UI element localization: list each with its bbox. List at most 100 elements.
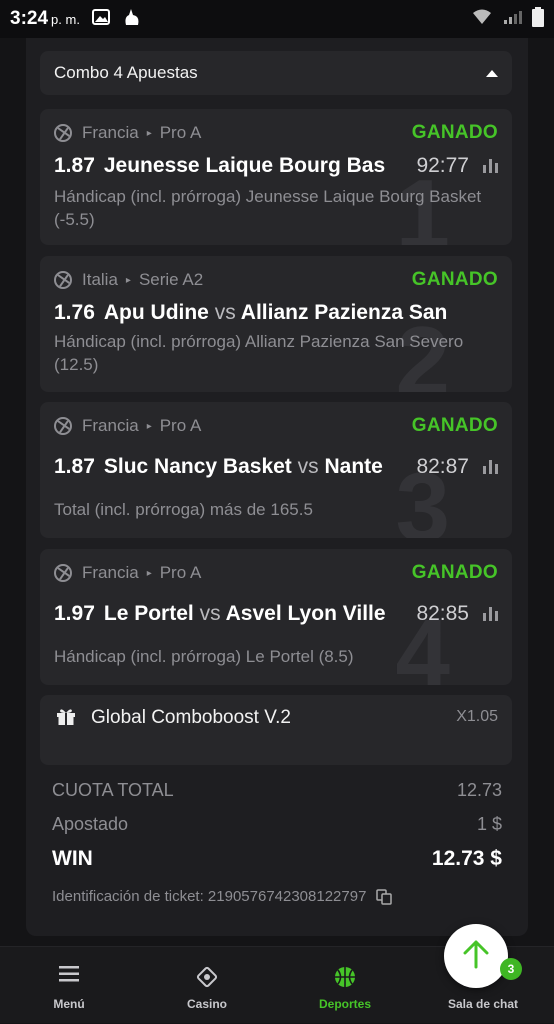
bet-odds: 1.97 — [54, 602, 95, 625]
bet-market: Hándicap (incl. prórroga) Le Portel (8.5… — [54, 647, 354, 666]
bet-odds: 1.87 — [54, 154, 95, 177]
notification-app-icon — [122, 7, 142, 32]
bet-league-name: Pro A — [159, 563, 202, 582]
boost-name: Global Comboboost V.2 — [91, 707, 291, 728]
bet-away: Allianz Pazienza San — [240, 301, 448, 324]
staked-value: 1 $ — [476, 814, 502, 834]
chevron-right-icon: ▸ — [146, 127, 152, 139]
battery-icon — [532, 6, 544, 32]
basketball-icon — [54, 124, 72, 142]
bet-match: Sluc Nancy Basket vs Nante — [104, 455, 413, 479]
bet-odds: 1.87 — [54, 455, 95, 478]
casino-icon — [195, 965, 219, 994]
total-odds-label: CUOTA TOTAL — [52, 780, 174, 800]
bet-vs: vs — [199, 602, 221, 625]
gallery-icon — [91, 8, 110, 30]
win-row: WIN 12.73 $ — [52, 847, 502, 871]
ticket-id-text: Identificación de ticket: 21905767423081… — [52, 888, 367, 905]
stats-icon[interactable] — [483, 460, 498, 474]
total-odds-value: 12.73 — [456, 780, 502, 800]
bet-league: Francia ▸ Pro A — [54, 563, 201, 583]
bet-line: 1.87 Sluc Nancy Basket vs Nante 82:87 — [54, 452, 498, 482]
staked-label: Apostado — [52, 814, 129, 834]
win-value: 12.73 $ — [431, 847, 502, 870]
bet-score: 92:77 — [416, 154, 469, 177]
status-time: 3:24 — [10, 8, 49, 29]
bet-match: Jeunesse Laique Bourg Bas — [104, 154, 413, 178]
basketball-icon — [333, 965, 357, 994]
bet-home: Le Portel — [103, 602, 194, 625]
bet-league: Francia ▸ Pro A — [54, 416, 201, 436]
bet-status: GANADO — [411, 269, 498, 290]
stats-icon[interactable] — [483, 607, 498, 621]
arrow-up-icon — [463, 939, 489, 974]
nav-label: Casino — [186, 997, 227, 1011]
bet-match: Apu Udine vs Allianz Pazienza San — [104, 301, 498, 325]
nav-casino[interactable]: Casino — [152, 947, 262, 1024]
bet-country: Francia — [82, 416, 139, 435]
bet-vs: vs — [214, 301, 236, 324]
bet-match: Le Portel vs Asvel Lyon Ville — [104, 602, 413, 626]
bet-line: 1.87 Jeunesse Laique Bourg Bas 92:77 — [54, 151, 498, 181]
bet-home: Sluc Nancy Basket — [103, 455, 292, 478]
chat-badge: 3 — [500, 958, 522, 980]
bet-league-name: Pro A — [159, 123, 202, 142]
menu-icon — [58, 965, 80, 988]
nav-label: Menú — [53, 997, 85, 1011]
bet-home: Apu Udine — [103, 301, 209, 324]
nav-menu[interactable]: Menú — [14, 947, 124, 1024]
total-odds-row: CUOTA TOTAL 12.73 — [52, 780, 502, 801]
status-bar: 3:24 p. m. — [0, 0, 554, 38]
chevron-right-icon: ▸ — [125, 274, 131, 286]
bet-score: 82:85 — [416, 602, 469, 625]
bet-status: GANADO — [411, 122, 498, 143]
bet-line: 1.97 Le Portel vs Asvel Lyon Ville 82:85 — [54, 599, 498, 629]
collapse-caret-icon[interactable] — [486, 69, 498, 77]
bet-league-name: Pro A — [159, 416, 202, 435]
bet-vs: vs — [297, 455, 319, 478]
signal-icon — [502, 9, 522, 30]
bet-market: Hándicap (incl. prórroga) Allianz Pazien… — [54, 332, 464, 374]
combo-header[interactable]: Combo 4 Apuestas — [40, 51, 512, 95]
bet-away: Nante — [324, 455, 383, 478]
bet-card[interactable]: 2 Italia ▸ Serie A2 GANADO 1.76 Apu Udin… — [40, 256, 512, 392]
copy-icon[interactable] — [376, 888, 393, 905]
stats-icon[interactable] — [483, 159, 498, 173]
bet-status: GANADO — [411, 562, 498, 583]
staked-row: Apostado 1 $ — [52, 814, 502, 835]
bet-country: Francia — [82, 563, 139, 582]
bet-away: Asvel Lyon Ville — [225, 602, 386, 625]
bet-league: Italia ▸ Serie A2 — [54, 270, 203, 290]
bet-home: Jeunesse Laique Bourg Bas — [103, 154, 386, 177]
chevron-right-icon: ▸ — [146, 420, 152, 432]
chevron-right-icon: ▸ — [146, 567, 152, 579]
wifi-icon — [472, 9, 492, 30]
ticket-id: Identificación de ticket: 21905767423081… — [52, 888, 393, 905]
nav-deportes[interactable]: Deportes — [290, 947, 400, 1024]
basketball-icon — [54, 271, 72, 289]
combo-title: Combo 4 Apuestas — [54, 63, 198, 82]
bet-market: Hándicap (incl. prórroga) Jeunesse Laiqu… — [54, 187, 482, 229]
comboboost-card: Global Comboboost V.2 X1.05 — [40, 695, 512, 765]
gift-icon — [56, 707, 76, 725]
bet-card[interactable]: 3 Francia ▸ Pro A GANADO 1.87 Sluc Nancy… — [40, 402, 512, 538]
bet-country: Francia — [82, 123, 139, 142]
nav-label: Sala de chat — [447, 997, 519, 1011]
bet-league-name: Serie A2 — [138, 270, 204, 289]
bet-line: 1.76 Apu Udine vs Allianz Pazienza San — [54, 298, 498, 328]
bet-odds: 1.76 — [54, 301, 95, 324]
nav-label: Deportes — [318, 997, 371, 1011]
basketball-icon — [54, 564, 72, 582]
win-label: WIN — [52, 847, 93, 870]
bet-league: Francia ▸ Pro A — [54, 123, 201, 143]
bet-score: 82:87 — [416, 455, 469, 478]
scroll-top-button[interactable] — [444, 924, 508, 988]
bet-status: GANADO — [411, 415, 498, 436]
bet-country: Italia — [82, 270, 118, 289]
bet-card[interactable]: 1 Francia ▸ Pro A GANADO 1.87 Jeunesse L… — [40, 109, 512, 245]
basketball-icon — [54, 417, 72, 435]
boost-multiplier: X1.05 — [456, 708, 498, 725]
bet-market: Total (incl. prórroga) más de 165.5 — [54, 500, 313, 519]
bet-card[interactable]: 4 Francia ▸ Pro A GANADO 1.97 Le Portel … — [40, 549, 512, 685]
status-ampm: p. m. — [51, 11, 80, 27]
